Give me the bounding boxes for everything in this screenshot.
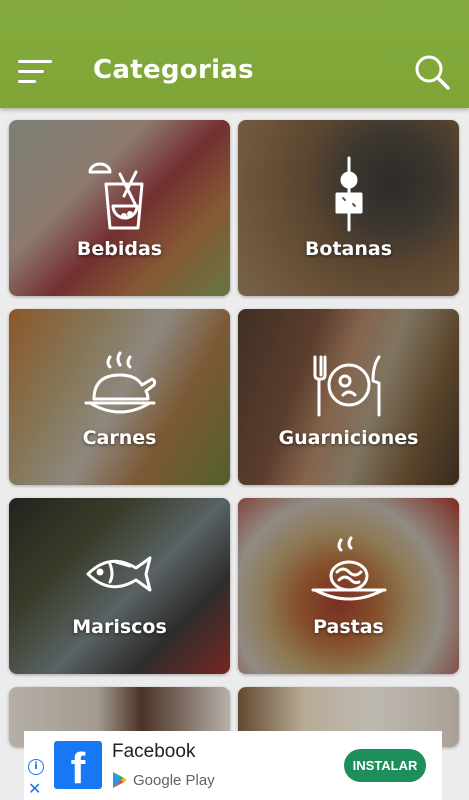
ad-store: Google Play [112, 771, 215, 789]
category-label: Carnes [82, 427, 157, 449]
category-card-bebidas[interactable]: Bebidas [9, 120, 230, 296]
ad-app-name: Facebook [112, 741, 196, 762]
menu-icon[interactable] [18, 56, 54, 86]
category-label: Pastas [313, 616, 384, 638]
category-label: Guarniciones [278, 427, 419, 449]
close-icon[interactable]: ✕ [28, 779, 41, 798]
facebook-logo-icon[interactable]: f [54, 741, 102, 789]
drink-glass-icon [80, 154, 160, 234]
page-title: Categorias [93, 55, 254, 85]
info-icon[interactable]: i [28, 759, 44, 775]
category-label: Mariscos [72, 616, 167, 638]
fish-icon [80, 532, 160, 612]
install-button[interactable]: INSTALAR [344, 749, 426, 782]
category-card-guarniciones[interactable]: Guarniciones [238, 309, 459, 485]
search-icon[interactable] [412, 52, 452, 92]
category-card-mariscos[interactable]: Mariscos [9, 498, 230, 674]
plate-cutlery-icon [309, 343, 389, 423]
google-play-icon [113, 772, 127, 788]
roast-chicken-icon [80, 343, 160, 423]
ad-store-name: Google Play [133, 771, 215, 789]
category-card-botanas[interactable]: Botanas [238, 120, 459, 296]
skewer-icon [309, 154, 389, 234]
category-label: Botanas [304, 238, 393, 260]
category-card-carnes[interactable]: Carnes [9, 309, 230, 485]
category-card-pastas[interactable]: Pastas [238, 498, 459, 674]
app-bar: Categorias [0, 0, 469, 108]
ad-banner[interactable]: i ✕ f Facebook Google Play INSTALAR [24, 731, 442, 800]
category-label: Bebidas [76, 238, 163, 260]
pasta-bowl-icon [309, 532, 389, 612]
